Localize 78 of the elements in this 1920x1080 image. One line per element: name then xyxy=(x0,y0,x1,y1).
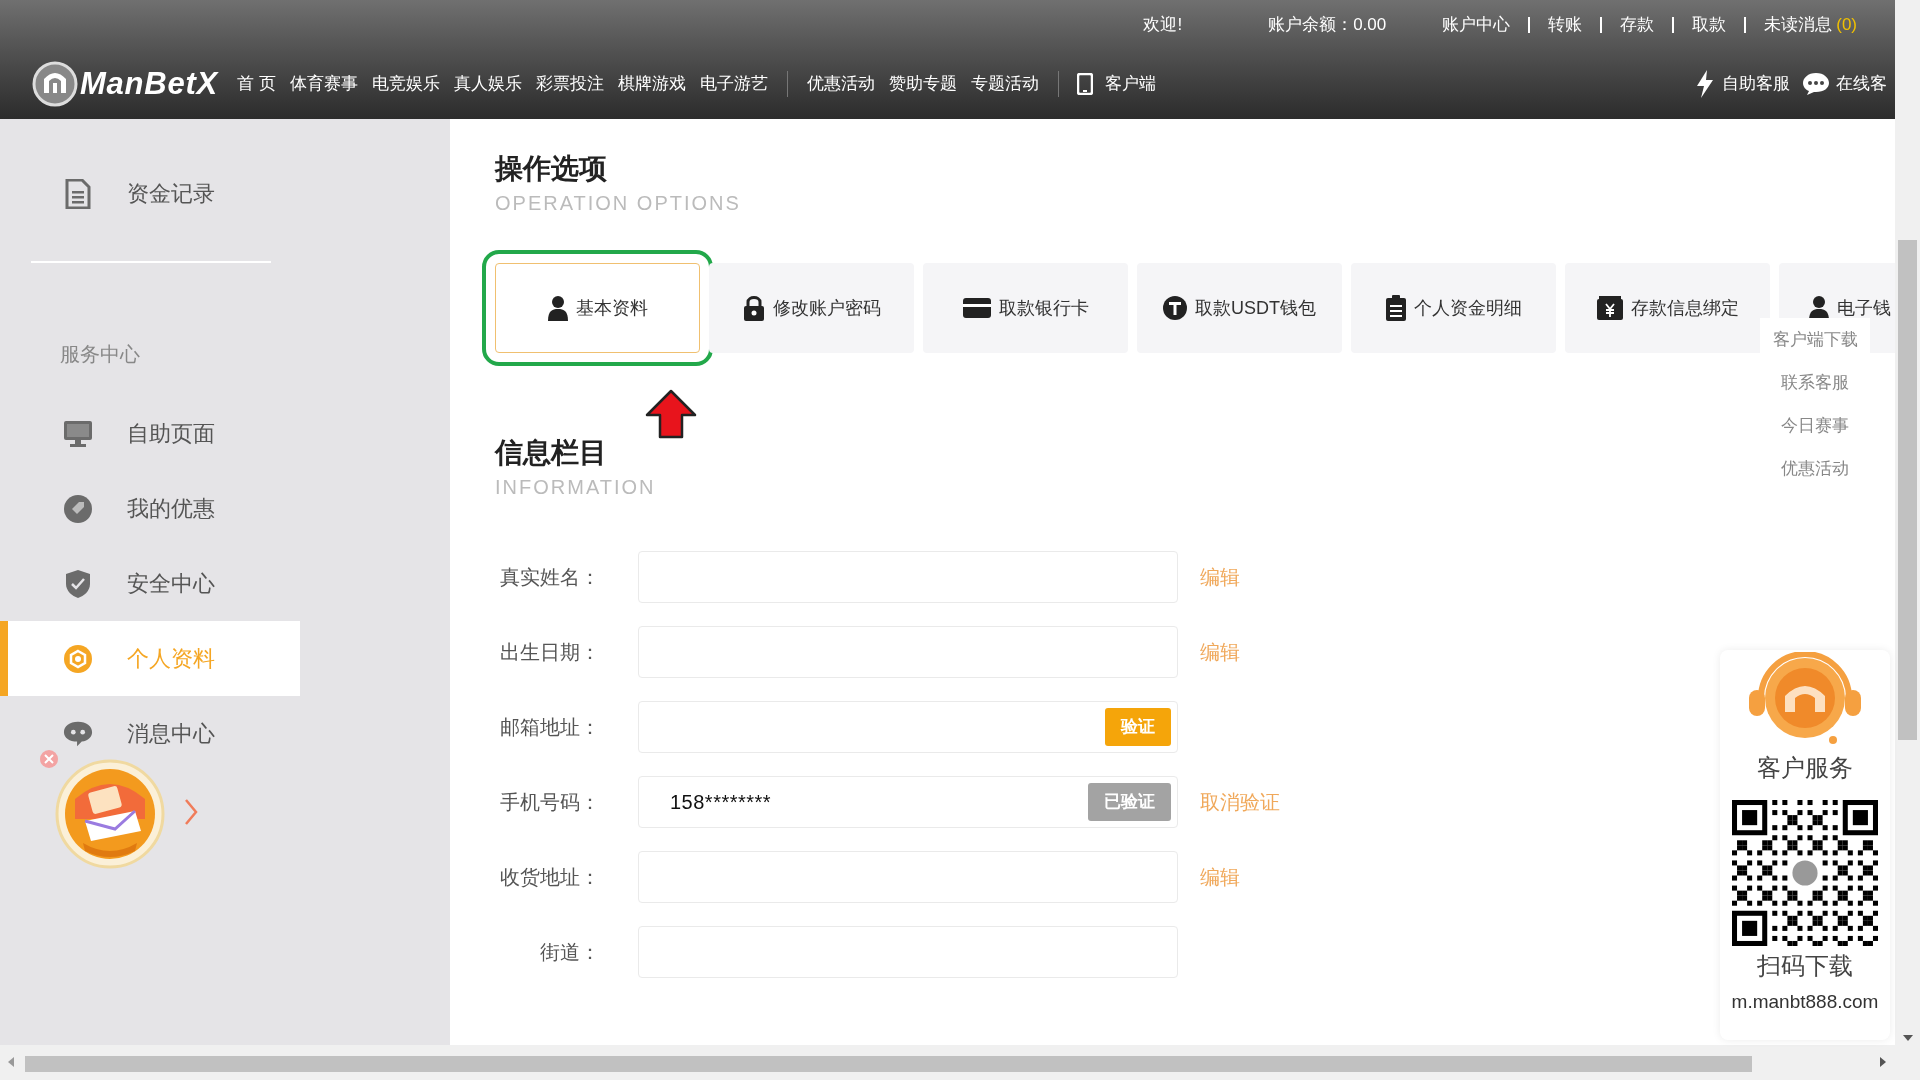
option-tab[interactable]: 个人资金明细 xyxy=(1351,263,1556,353)
scroll-right-icon xyxy=(1880,1057,1886,1067)
horizontal-scrollbar[interactable] xyxy=(0,1045,1920,1080)
nav-link[interactable]: 优惠活动 xyxy=(806,71,875,97)
scroll-left-icon xyxy=(8,1057,14,1067)
monitor-icon xyxy=(63,419,93,448)
credit-card-icon xyxy=(962,298,991,318)
sidebar-item[interactable]: 安全中心 xyxy=(0,546,300,621)
help-link[interactable]: 在线客 xyxy=(1802,71,1887,97)
qr-caption: 扫码下载 xyxy=(1757,951,1853,981)
tether-coin-icon xyxy=(1163,296,1187,320)
account-link[interactable]: 取款 xyxy=(1692,12,1727,38)
section-subheading: INFORMATION xyxy=(495,475,656,500)
section-heading: 信息栏目 xyxy=(495,436,607,470)
logo-icon xyxy=(32,61,78,107)
download-url: m.manbt888.com xyxy=(1731,990,1879,1014)
section-subheading: OPERATION OPTIONS xyxy=(495,191,741,216)
option-tab[interactable]: 取款银行卡 xyxy=(923,263,1128,353)
unread-count: (0) xyxy=(1836,14,1857,36)
nav-link[interactable]: 真人娱乐 xyxy=(453,71,522,97)
yen-wallet-icon xyxy=(1596,296,1623,320)
close-icon xyxy=(39,749,59,769)
document-icon xyxy=(65,178,91,209)
section-heading: 操作选项 xyxy=(495,152,607,186)
field-label: 手机号码： xyxy=(499,790,600,815)
transfer-badge-icon xyxy=(55,759,165,869)
nav-link[interactable]: 电竞娱乐 xyxy=(371,71,440,97)
account-link[interactable]: 存款 xyxy=(1620,12,1655,38)
qr-code-icon xyxy=(1732,800,1878,946)
unread-link[interactable]: 未读消息 xyxy=(1764,12,1833,38)
arrow-up-icon xyxy=(645,389,697,439)
nav-link[interactable]: 专题活动 xyxy=(970,71,1039,97)
phone-icon xyxy=(1076,73,1093,95)
nav-link[interactable]: 赞助专题 xyxy=(888,71,957,97)
welcome-text: 欢迎! xyxy=(1143,14,1183,36)
field-label: 收货地址： xyxy=(499,865,600,890)
sidebar-item[interactable]: 消息中心 xyxy=(0,696,300,771)
nav-link[interactable]: 体育赛事 xyxy=(289,71,358,97)
vertical-scrollbar[interactable] xyxy=(1895,0,1920,1045)
app-link[interactable]: 客户端 xyxy=(1076,71,1156,97)
padlock-icon xyxy=(742,295,765,321)
sidebar-item[interactable]: 自助页面 xyxy=(0,396,300,471)
person-icon xyxy=(547,295,568,321)
lightning-icon xyxy=(1696,70,1714,98)
nav-link[interactable]: 彩票投注 xyxy=(535,71,604,97)
shield-icon xyxy=(65,568,91,599)
option-tab[interactable]: 取款USDT钱包 xyxy=(1137,263,1342,353)
chat-bubble-icon xyxy=(63,719,93,748)
chevron-right-icon xyxy=(184,798,198,826)
tag-icon xyxy=(63,493,93,524)
account-link[interactable]: 转账 xyxy=(1548,12,1583,38)
scroll-down-icon xyxy=(1903,1035,1913,1041)
support-title: 客户服务 xyxy=(1757,753,1853,783)
floating-menu-item[interactable]: 优惠活动 xyxy=(1781,447,1849,490)
scrollbar-thumb[interactable] xyxy=(25,1056,1752,1072)
sidebar-item[interactable]: 资金记录 xyxy=(0,156,300,231)
nav-link[interactable]: 电子游艺 xyxy=(699,71,768,97)
option-tab[interactable]: 存款信息绑定 xyxy=(1565,263,1770,353)
floating-menu-item[interactable]: 今日赛事 xyxy=(1781,404,1849,447)
account-link[interactable]: 账户中心 xyxy=(1442,12,1511,38)
section-title: 服务中心 xyxy=(60,342,140,367)
nav-link[interactable]: 棋牌游戏 xyxy=(617,71,686,97)
sidebar-item[interactable]: 我的优惠 xyxy=(0,471,300,546)
scrollbar-thumb[interactable] xyxy=(1898,240,1917,740)
field-label: 出生日期： xyxy=(499,640,600,665)
gear-icon xyxy=(63,643,93,674)
input-field[interactable]: 158******** 已验证 xyxy=(638,776,1178,828)
balance-text: 账户余额：0.00 xyxy=(1268,14,1387,36)
nav-link[interactable]: 首 页 xyxy=(237,71,276,97)
field-label: 邮箱地址： xyxy=(499,715,600,740)
help-link[interactable]: 自助客服 xyxy=(1696,70,1790,98)
clipboard-icon xyxy=(1385,295,1406,321)
field-label: 真实姓名： xyxy=(499,565,600,590)
option-tab[interactable]: 修改账户密码 xyxy=(709,263,914,353)
floating-menu-item[interactable]: 联系客服 xyxy=(1781,361,1849,404)
logo-text: ManBetX xyxy=(80,64,219,103)
chat-bubble-icon xyxy=(1802,72,1830,96)
field-label: 街道： xyxy=(539,940,600,965)
